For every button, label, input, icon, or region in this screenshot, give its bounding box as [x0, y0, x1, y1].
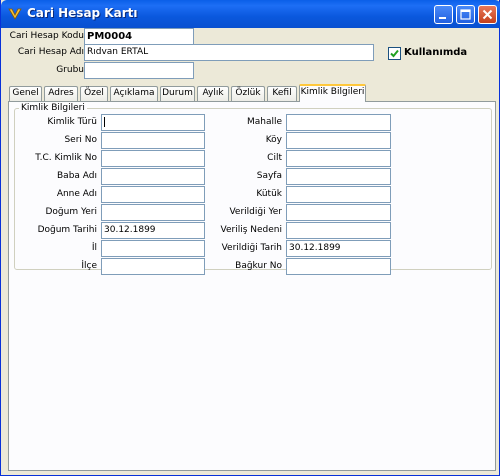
cari-hesap-adi-field[interactable]: Rıdvan ERTAL [84, 44, 374, 61]
il-field[interactable] [101, 240, 205, 257]
tab-aylik[interactable]: Aylık [197, 86, 229, 101]
grubu-field[interactable] [84, 62, 194, 79]
kimlik-turu-label: Kimlik Türü [47, 117, 97, 127]
bagkur-no-field[interactable] [286, 258, 391, 275]
text-cursor [104, 117, 105, 127]
tab-ozluk[interactable]: Özlük [231, 86, 265, 101]
maximize-icon [460, 9, 471, 20]
anne-adi-field[interactable] [101, 186, 205, 203]
minimize-icon [439, 17, 446, 19]
maximize-button[interactable] [456, 5, 475, 24]
tab-ozel[interactable]: Özel [80, 86, 108, 101]
verildigi-tarih-label: Verildiği Tarih [221, 243, 282, 253]
cilt-field[interactable] [286, 150, 391, 167]
cari-hesap-kodu-label: Cari Hesap Kodu [9, 31, 84, 41]
grubu-label: Grubu [56, 65, 84, 75]
app-icon [7, 6, 23, 22]
kullanimda-checkbox[interactable] [388, 47, 401, 60]
mahalle-field[interactable] [286, 114, 391, 131]
title-bar[interactable]: Cari Hesap Kartı [1, 0, 500, 28]
minimize-button[interactable] [434, 5, 453, 24]
group-title: Kimlik Bilgileri [19, 103, 87, 113]
ilce-label: İlçe [81, 261, 97, 271]
verilis-nedeni-label: Veriliş Nedeni [220, 225, 282, 235]
tc-kimlik-no-label: T.C. Kimlik No [35, 153, 97, 163]
kullanimda-label: Kullanımda [404, 47, 468, 58]
tab-aciklama[interactable]: Açıklama [110, 86, 158, 101]
mahalle-label: Mahalle [246, 117, 282, 127]
dogum-yeri-label: Doğum Yeri [45, 207, 97, 217]
baba-adi-field[interactable] [101, 168, 205, 185]
bagkur-no-label: Bağkur No [235, 261, 282, 271]
cari-hesap-kodu-field[interactable]: PM0004 [84, 28, 194, 45]
verildigi-yer-label: Verildiği Yer [229, 207, 282, 217]
cari-hesap-adi-label: Cari Hesap Adı [17, 47, 84, 57]
close-icon [482, 9, 493, 20]
ilce-field[interactable] [101, 258, 205, 275]
il-label: İl [91, 243, 97, 253]
kimlik-bilgileri-group: Kimlik Bilgileri Kimlik Türü Seri No T.C… [14, 103, 492, 275]
dogum-yeri-field[interactable] [101, 204, 205, 221]
close-button[interactable] [478, 5, 497, 24]
checkmark-icon [390, 49, 399, 58]
koy-label: Köy [265, 135, 282, 145]
sayfa-field[interactable] [286, 168, 391, 185]
tab-kimlik-bilgileri[interactable]: Kimlik Bilgileri [299, 84, 366, 102]
window: Cari Hesap Kartı Cari Hesap Kodu PM0004 … [0, 0, 500, 476]
anne-adi-label: Anne Adı [56, 189, 97, 199]
verildigi-yer-field[interactable] [286, 204, 391, 221]
tc-kimlik-no-field[interactable] [101, 150, 205, 167]
tab-adres[interactable]: Adres [44, 86, 78, 101]
window-title: Cari Hesap Kartı [27, 6, 138, 20]
baba-adi-label: Baba Adı [57, 171, 97, 181]
kimlik-turu-field[interactable] [101, 114, 205, 131]
seri-no-label: Seri No [64, 135, 97, 145]
tab-kefil[interactable]: Kefil [267, 86, 297, 101]
dogum-tarihi-label: Doğum Tarihi [37, 225, 97, 235]
dogum-tarihi-field[interactable]: 30.12.1899 [101, 222, 205, 239]
window-content: Cari Hesap Kodu PM0004 Cari Hesap Adı Rı… [4, 28, 498, 473]
kutuk-label: Kütük [256, 189, 282, 199]
kutuk-field[interactable] [286, 186, 391, 203]
tab-durum[interactable]: Durum [160, 86, 195, 101]
cilt-label: Cilt [267, 153, 282, 163]
verilis-nedeni-field[interactable] [286, 222, 391, 239]
seri-no-field[interactable] [101, 132, 205, 149]
verildigi-tarih-field[interactable]: 30.12.1899 [286, 240, 391, 257]
tab-panel-kimlik-bilgileri: Kimlik Bilgileri Kimlik Türü Seri No T.C… [8, 101, 496, 471]
tab-genel[interactable]: Genel [9, 86, 42, 101]
sayfa-label: Sayfa [256, 171, 282, 181]
koy-field[interactable] [286, 132, 391, 149]
